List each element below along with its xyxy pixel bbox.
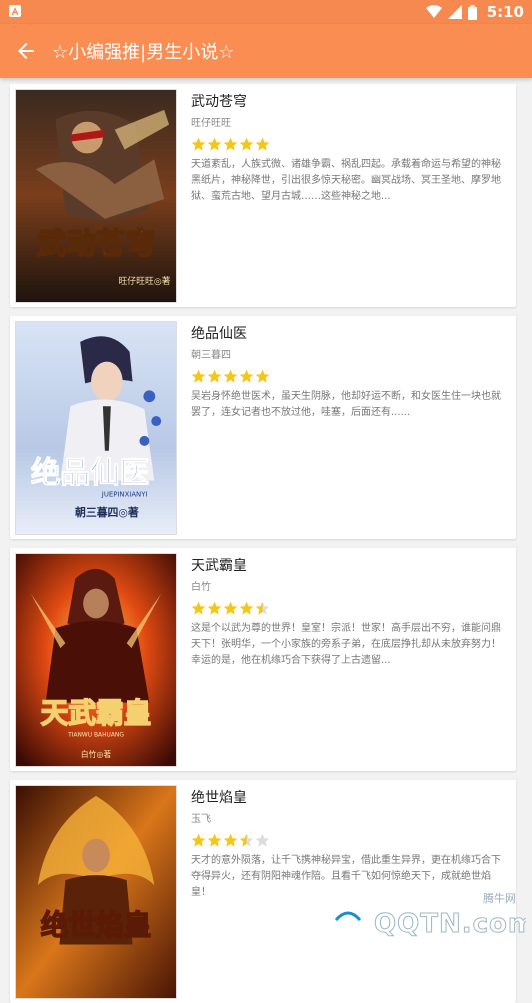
signal-icon — [447, 5, 462, 19]
clock: 5:10 — [486, 3, 524, 21]
star-icon — [207, 137, 222, 151]
star-icon — [223, 369, 238, 383]
book-card[interactable]: 武动苍穹 旺仔旺旺◎著 武动苍穹 旺仔旺旺 天道紊乱，人族式微、诸雄争霸、祸乱四… — [10, 84, 516, 307]
watermark-small-text: 腾牛网 — [483, 892, 516, 905]
star-icon — [255, 369, 270, 383]
rating-stars — [191, 833, 505, 849]
book-cover: 武动苍穹 旺仔旺旺◎著 — [15, 89, 177, 303]
cover-author-text: 白竹◎著 — [81, 749, 112, 759]
star-icon — [207, 369, 222, 383]
star-icon — [239, 601, 254, 615]
cover-author-text: 旺仔旺旺◎著 — [118, 275, 170, 287]
book-card[interactable]: 天武霸皇 TIANWU BAHUANG 白竹◎著 天武霸皇 白竹 这是个以武为尊… — [10, 548, 516, 771]
book-description: 吴岩身怀绝世医术，虽天生阴脉，他却好运不断，和女医生住一块也就罢了，连女记者也不… — [191, 391, 501, 418]
book-cover: 天武霸皇 TIANWU BAHUANG 白竹◎著 — [15, 553, 177, 767]
page-title: ☆小编强推|男生小说☆ — [52, 42, 235, 63]
star-icon — [191, 137, 206, 151]
watermark-text: QQTN.com — [374, 909, 526, 939]
cover-title-text: 天武霸皇 — [41, 696, 152, 729]
book-title: 天武霸皇 — [191, 558, 247, 574]
star-icon — [207, 601, 222, 615]
star-icon — [255, 601, 270, 615]
book-cover: 绝世焰皇 — [15, 785, 177, 999]
book-title: 绝世焰皇 — [191, 790, 247, 806]
cover-title-text: 武动苍穹 — [37, 225, 155, 260]
book-description: 这是个以武为尊的世界！皇室！宗派！世家！高手层出不穷，谁能问鼎天下！张明华，一个… — [191, 623, 501, 666]
star-icon — [239, 369, 254, 383]
star-icon — [207, 833, 222, 847]
cover-title-text: 绝品仙医 — [31, 454, 149, 489]
cover-pinyin-text: TIANWU BAHUANG — [67, 731, 124, 738]
book-author: 玉飞 — [191, 814, 211, 825]
star-icon — [223, 833, 238, 847]
star-icon — [239, 137, 254, 151]
cover-pinyin-text: JUEPINXIANYI — [101, 490, 148, 498]
book-title: 武动苍穹 — [191, 94, 247, 110]
notification-icon — [9, 5, 21, 17]
star-icon — [239, 833, 254, 847]
star-icon — [191, 601, 206, 615]
watermark: 腾牛网 QQTN.com — [326, 890, 532, 940]
cover-title-text: 绝世焰皇 — [41, 909, 152, 942]
star-icon — [191, 369, 206, 383]
battery-icon — [467, 4, 477, 20]
book-card[interactable]: 绝品仙医 JUEPINXIANYI 朝三暮四◎著 绝品仙医 朝三暮四 吴岩身怀绝… — [10, 316, 516, 539]
book-author: 朝三暮四 — [191, 350, 231, 361]
back-arrow-icon[interactable] — [14, 39, 38, 63]
book-author: 白竹 — [191, 582, 211, 593]
book-title: 绝品仙医 — [191, 326, 247, 342]
book-author: 旺仔旺旺 — [191, 118, 231, 129]
star-icon — [255, 833, 270, 847]
rating-stars — [191, 137, 505, 153]
app-bar: ☆小编强推|男生小说☆ — [0, 24, 532, 78]
star-icon — [255, 137, 270, 151]
rating-stars — [191, 601, 505, 617]
rating-stars — [191, 369, 505, 385]
cover-author-text: 朝三暮四◎著 — [75, 505, 139, 519]
wifi-icon — [425, 5, 442, 18]
star-icon — [191, 833, 206, 847]
star-icon — [223, 601, 238, 615]
book-cover: 绝品仙医 JUEPINXIANYI 朝三暮四◎著 — [15, 321, 177, 535]
status-bar: 5:10 — [0, 0, 532, 24]
star-icon — [223, 137, 238, 151]
book-description: 天道紊乱，人族式微、诸雄争霸、祸乱四起。承载着命运与希望的神秘黑纸片，神秘降世，… — [191, 159, 501, 202]
